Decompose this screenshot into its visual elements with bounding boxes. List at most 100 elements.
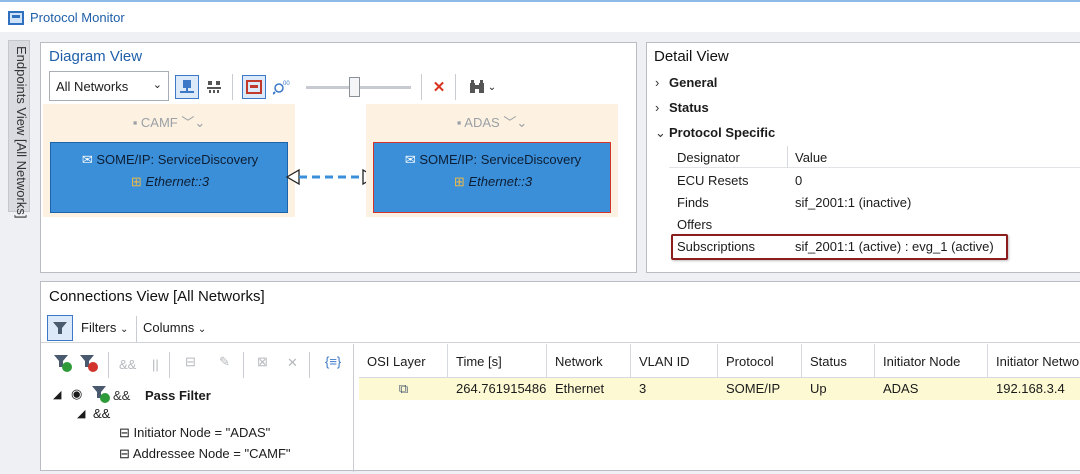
column-header[interactable]: Network <box>547 344 631 378</box>
network-select[interactable]: All Networks ⌄ <box>49 71 169 101</box>
column-header[interactable]: VLAN ID <box>631 344 718 378</box>
or-operator-button[interactable]: || <box>152 357 159 372</box>
toolbar-separator <box>455 74 456 100</box>
section-general[interactable]: › General <box>655 75 717 90</box>
property-row[interactable]: ECU Resets 0 <box>669 169 1080 191</box>
chevron-double-down-icon: ﹀⌄ <box>181 115 206 130</box>
triangle-down-icon[interactable]: ◢ <box>53 388 61 401</box>
column-header[interactable]: Initiator Netwo <box>988 344 1080 378</box>
designator-header: Designator <box>677 150 740 165</box>
table-cell-time[interactable]: 264.761915486 <box>448 378 547 400</box>
zoom-button[interactable]: 00 <box>270 75 294 99</box>
columns-label: Columns <box>143 320 195 335</box>
section-status[interactable]: › Status <box>655 100 709 115</box>
diagram-view-panel: Diagram View All Networks ⌄ 00 ✕ ⌄ ▪ CAM… <box>40 42 637 273</box>
network-topology-button[interactable] <box>202 75 226 99</box>
and-operator-label: && <box>113 388 131 403</box>
column-header[interactable]: OSI Layer <box>359 344 448 378</box>
condition-icon: ⊟ <box>185 354 196 369</box>
chevron-double-down-icon: ﹀⌄ <box>503 115 528 130</box>
column-header[interactable]: Initiator Node <box>875 344 988 378</box>
filter-condition[interactable]: ⊟ Initiator Node = "ADAS" <box>119 425 270 441</box>
service-name: SOME/IP: ServiceDiscovery <box>96 152 259 167</box>
table-cell-initiator-node[interactable]: ADAS <box>875 378 988 400</box>
ecu-node-header: ▪ CAMF ﹀⌄ <box>43 112 295 131</box>
value-header: Value <box>795 150 828 165</box>
close-icon: ✕ <box>287 355 298 370</box>
table-cell-osi-layer[interactable]: ⧉ <box>359 378 448 400</box>
find-dropdown-button[interactable]: ⌄ <box>465 75 499 99</box>
chevron-right-icon: › <box>655 75 660 90</box>
filters-dropdown[interactable]: Filters ⌄ <box>81 320 128 335</box>
detail-view-panel: Detail View › General › Status ⌄ Protocol S… <box>646 42 1080 273</box>
add-condition-button[interactable]: ⊟ <box>185 354 196 370</box>
json-view-button[interactable]: {≡} <box>325 354 341 369</box>
columns-dropdown[interactable]: Columns ⌄ <box>143 320 206 335</box>
table-cell-protocol[interactable]: SOME/IP <box>718 378 802 400</box>
ecu-node-name: ADAS <box>464 115 500 130</box>
connections-view-title: Connections View [All Networks] <box>49 288 265 305</box>
panel-splitter[interactable] <box>353 344 354 472</box>
block-filter-icon <box>80 355 98 372</box>
property-row[interactable]: Finds sif_2001:1 (inactive) <box>669 191 1080 213</box>
pass-filter-label[interactable]: Pass Filter <box>145 388 211 403</box>
ecu-node-camf[interactable]: ▪ CAMF ﹀⌄ ✉ SOME/IP: ServiceDiscovery ⊞ … <box>43 104 295 217</box>
connections-view-panel: Connections View [All Networks] Filters … <box>40 281 1080 472</box>
and-group-label[interactable]: && <box>93 406 110 421</box>
app-window-icon <box>8 11 24 25</box>
title-bar: Protocol Monitor <box>0 0 1080 32</box>
section-protocol-specific[interactable]: ⌄ Protocol Specific <box>655 125 775 141</box>
add-block-filter-button[interactable] <box>79 353 103 375</box>
ecu-node-adas[interactable]: ▪ ADAS ﹀⌄ ✉ SOME/IP: ServiceDiscovery ⊞ … <box>366 104 618 217</box>
service-name: SOME/IP: ServiceDiscovery <box>419 152 582 167</box>
toolbar-divider <box>41 342 1080 343</box>
funnel-icon <box>53 322 67 334</box>
column-header[interactable]: Status <box>802 344 875 378</box>
filter-toggle-button[interactable] <box>47 315 73 341</box>
edit-button[interactable]: ✎ <box>219 354 230 370</box>
envelope-icon: ✉ <box>404 152 416 167</box>
column-header[interactable]: Protocol <box>718 344 802 378</box>
clear-button[interactable]: ✕ <box>427 75 451 99</box>
and-operator-button[interactable]: && <box>119 357 136 372</box>
binoculars-icon <box>469 80 484 93</box>
zoom-percent-icon: 00 <box>273 81 290 95</box>
zoom-slider-thumb[interactable] <box>349 77 360 97</box>
endpoints-view-tab[interactable]: Endpoints View [All Networks] <box>8 40 30 219</box>
diagram-view-title: Diagram View <box>49 48 143 65</box>
filter-enabled-radio[interactable]: ◉ <box>71 386 82 402</box>
braces-icon: {≡} <box>325 354 342 369</box>
toolbar-separator <box>232 74 233 100</box>
fit-view-button[interactable] <box>242 75 266 99</box>
column-header[interactable]: Time [s] <box>448 344 547 378</box>
chevron-down-icon: ⌄ <box>487 81 497 93</box>
network-node-view-button[interactable] <box>175 75 199 99</box>
close-icon: ✕ <box>432 79 446 96</box>
triangle-down-icon[interactable]: ◢ <box>77 407 85 420</box>
toolbar-separator <box>136 316 137 342</box>
network-topology-icon <box>207 81 221 93</box>
toolbar-separator <box>309 352 310 378</box>
filter-condition[interactable]: ⊟ Addressee Node = "CAMF" <box>119 446 291 462</box>
network-node-icon <box>180 80 194 93</box>
table-cell-status[interactable]: Up <box>802 378 875 400</box>
delete-button[interactable]: ✕ <box>287 355 298 371</box>
remove-filter-button[interactable]: ⊠ <box>257 354 268 370</box>
table-cell-network[interactable]: Ethernet <box>547 378 631 400</box>
connection-arrow[interactable] <box>285 167 377 187</box>
property-row[interactable]: Offers <box>669 213 1080 235</box>
service-endpoint-adas[interactable]: ✉ SOME/IP: ServiceDiscovery ⊞ Ethernet::… <box>373 142 611 213</box>
chevron-down-icon: ⌄ <box>197 324 207 335</box>
table-cell-initiator-network[interactable]: 192.168.3.4 <box>988 378 1080 400</box>
endpoints-view-tab-label: Endpoints View [All Networks] <box>14 46 29 219</box>
ecu-node-name: CAMF <box>140 115 178 130</box>
table-cell-vlan[interactable]: 3 <box>631 378 718 400</box>
ethernet-icon: ⊞ <box>130 174 142 189</box>
add-pass-filter-button[interactable] <box>53 353 77 375</box>
filters-label: Filters <box>81 320 117 335</box>
service-transport: Ethernet::3 <box>145 174 210 189</box>
condition-icon: ⊟ <box>119 446 130 461</box>
service-endpoint-camf[interactable]: ✉ SOME/IP: ServiceDiscovery ⊞ Ethernet::… <box>50 142 288 213</box>
svg-text:00: 00 <box>283 81 290 87</box>
toolbar-separator <box>108 352 109 378</box>
